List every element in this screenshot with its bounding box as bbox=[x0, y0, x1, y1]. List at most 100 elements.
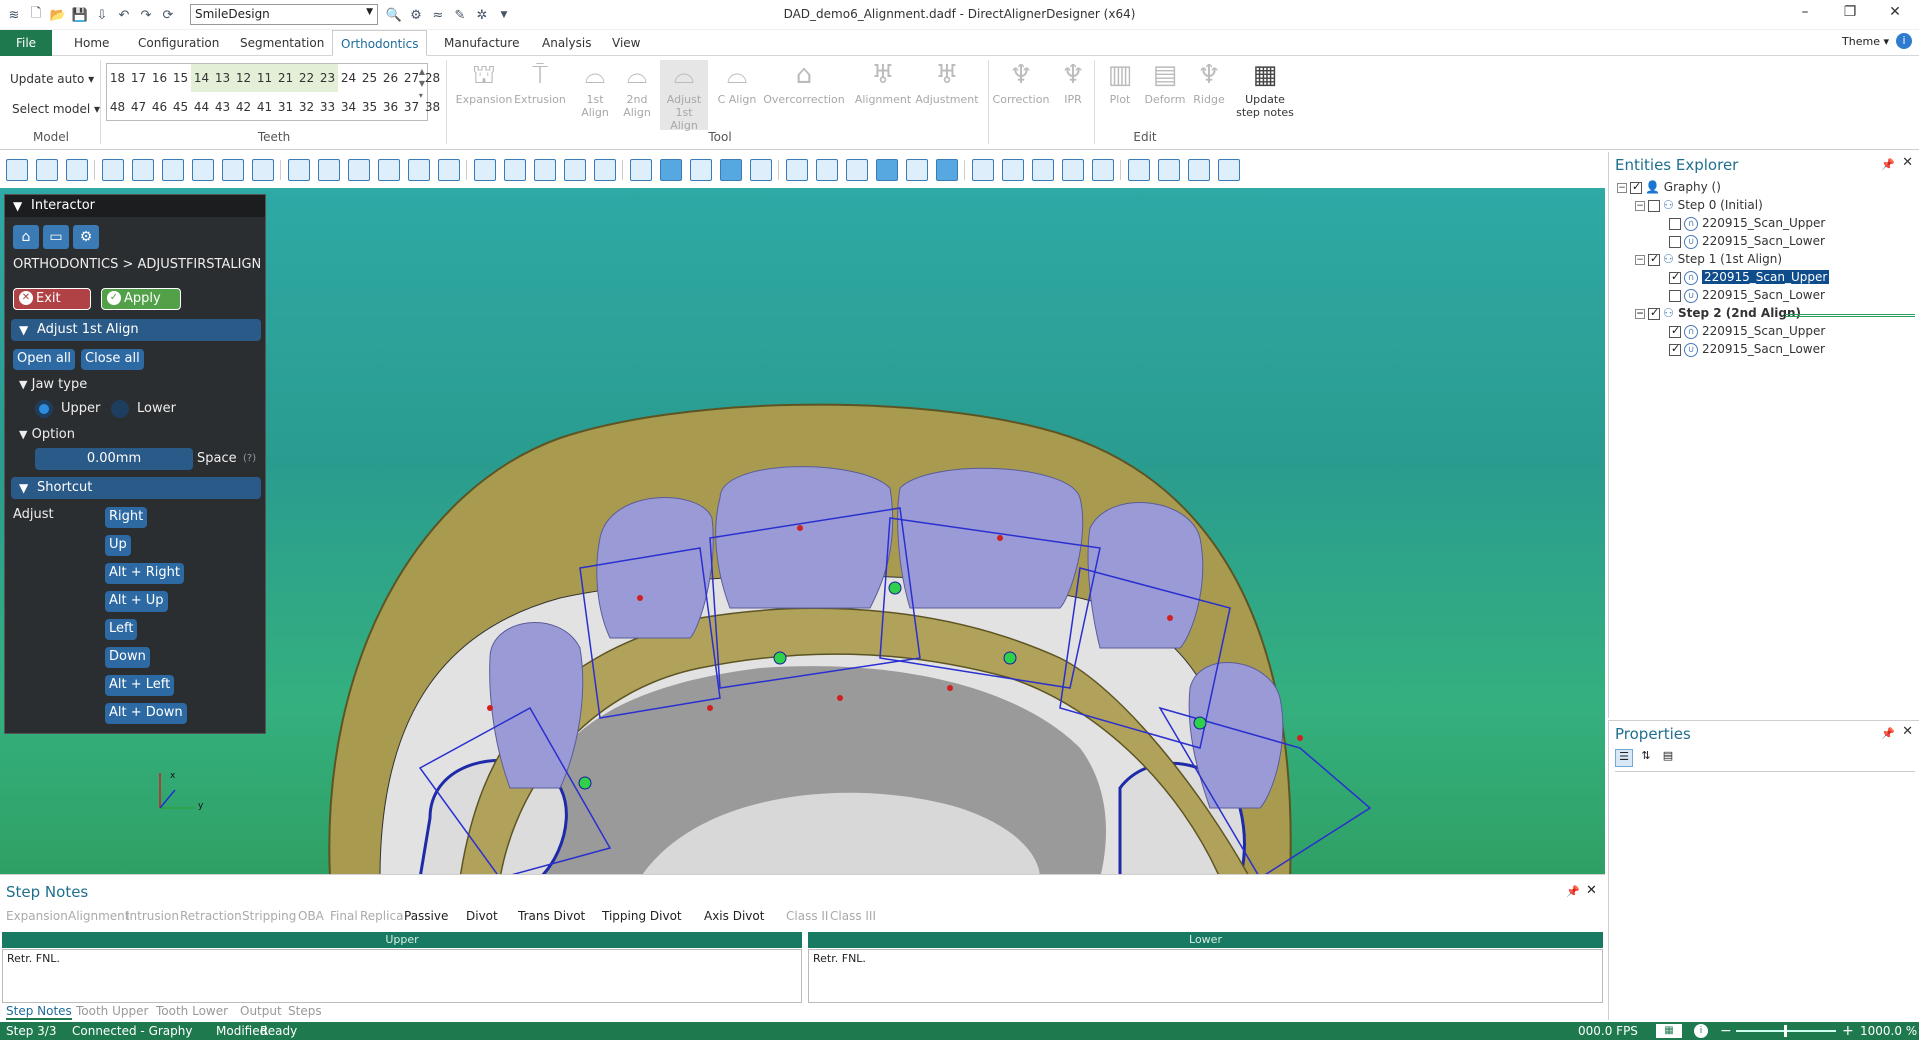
tooth-cell-41[interactable]: 41 bbox=[254, 93, 275, 121]
profile-select[interactable]: SmileDesign ▼ bbox=[190, 4, 378, 25]
tooth-cell-28[interactable]: 28 bbox=[422, 64, 443, 92]
shortcut-alt-right-button[interactable]: Alt + Right bbox=[105, 563, 184, 584]
tooth-cell-12[interactable]: 12 bbox=[233, 64, 254, 92]
fullscreen-icon[interactable] bbox=[1218, 159, 1240, 181]
tooth-cell-44[interactable]: 44 bbox=[191, 93, 212, 121]
tooth-cell-22[interactable]: 22 bbox=[296, 64, 317, 92]
tooth-cell-32[interactable]: 32 bbox=[296, 93, 317, 121]
pin-icon[interactable]: 📌 bbox=[1881, 158, 1895, 171]
adjustment-tool[interactable]: ♅ Adjustment bbox=[912, 60, 982, 106]
tab-tooth-upper[interactable]: Tooth Upper bbox=[76, 1004, 148, 1018]
note-chip-intrusion[interactable]: Intrusion bbox=[126, 909, 179, 923]
overcorrection-tool[interactable]: ⌂ Overcorrection bbox=[762, 60, 846, 106]
tooth-cell-45[interactable]: 45 bbox=[170, 93, 191, 121]
shortcut-left-button[interactable]: Left bbox=[105, 619, 138, 640]
cut-icon[interactable] bbox=[906, 159, 928, 181]
tree-item-selected[interactable]: ∩ 220915_Scan_Upper bbox=[1669, 270, 1830, 285]
open-all-button[interactable]: Open all bbox=[13, 349, 76, 370]
tooth-select-icon[interactable] bbox=[1032, 159, 1054, 181]
note-chip-oba[interactable]: OBA bbox=[298, 909, 324, 923]
tooth-a-icon[interactable] bbox=[1062, 159, 1084, 181]
checkbox[interactable] bbox=[1648, 252, 1660, 266]
redo-icon[interactable]: ↷ bbox=[136, 5, 156, 25]
update-step-notes-button[interactable]: ▦ Update step notes bbox=[1234, 60, 1296, 119]
tree-item[interactable]: ∪ 220915_Sacn_Lower bbox=[1669, 288, 1825, 303]
axis-icon[interactable] bbox=[660, 159, 682, 181]
tree-item[interactable]: ∩ 220915_Scan_Upper bbox=[1669, 324, 1825, 339]
shortcut-right-button[interactable]: Right bbox=[105, 507, 148, 528]
tooth-cell-26[interactable]: 26 bbox=[380, 64, 401, 92]
tab-steps[interactable]: Steps bbox=[288, 1004, 322, 1018]
note-chip-expansion[interactable]: Expansion bbox=[6, 909, 68, 923]
menu-home[interactable]: Home bbox=[66, 30, 117, 56]
alignment-tool[interactable]: ♅ Alignment bbox=[852, 60, 914, 106]
checkbox[interactable] bbox=[1669, 270, 1681, 284]
tree-root[interactable]: − 👤 Graphy () bbox=[1617, 180, 1721, 194]
adjust-first-align-tool[interactable]: ⌓ Adjust 1st Align bbox=[660, 60, 708, 132]
zoom-in-icon[interactable]: + bbox=[1842, 1022, 1854, 1040]
menu-file[interactable]: File bbox=[0, 30, 52, 56]
note-chip-passive[interactable]: Passive bbox=[404, 909, 448, 923]
tooth-cell-33[interactable]: 33 bbox=[317, 93, 338, 121]
note-chip-final[interactable]: Final bbox=[330, 909, 358, 923]
tooth-cell-31[interactable]: 31 bbox=[275, 93, 296, 121]
pin-icon[interactable]: 📌 bbox=[1881, 727, 1895, 740]
ipr-tool[interactable]: ♆ IPR bbox=[1058, 60, 1088, 106]
menu-manufacture[interactable]: Manufacture bbox=[436, 30, 527, 56]
tooth-cell-13[interactable]: 13 bbox=[212, 64, 233, 92]
first-align-tool[interactable]: ⌓ 1st Align bbox=[574, 60, 616, 119]
move-icon[interactable] bbox=[594, 159, 616, 181]
select-model-dropdown[interactable]: Select model ▾ bbox=[12, 102, 100, 116]
tooth-cell-15[interactable]: 15 bbox=[170, 64, 191, 92]
iso-view-icon[interactable] bbox=[252, 159, 274, 181]
info-icon[interactable]: i bbox=[1896, 33, 1912, 49]
open-folder-icon[interactable]: 📂 bbox=[48, 5, 68, 25]
shortcut-section[interactable]: ▼ Shortcut bbox=[11, 477, 261, 499]
categorized-icon[interactable]: ☰ bbox=[1615, 749, 1633, 767]
zoom-slider-thumb[interactable] bbox=[1784, 1025, 1787, 1037]
tooth-cell-21[interactable]: 21 bbox=[275, 64, 296, 92]
tooth-cell-36[interactable]: 36 bbox=[380, 93, 401, 121]
tree-step-1[interactable]: − ⚇ Step 1 (1st Align) bbox=[1635, 252, 1782, 266]
upper-radio[interactable] bbox=[35, 400, 53, 418]
jaw-type-header[interactable]: ▼ Jaw type bbox=[19, 377, 87, 392]
note-chip-axis-divot[interactable]: Axis Divot bbox=[704, 909, 764, 923]
tree-item[interactable]: ∪ 220915_Sacn_Lower bbox=[1669, 342, 1825, 357]
zoom-out-icon[interactable]: − bbox=[1720, 1022, 1732, 1040]
undo-icon[interactable]: ↶ bbox=[114, 5, 134, 25]
tooth-cell-46[interactable]: 46 bbox=[149, 93, 170, 121]
note-chip-stripping[interactable]: Stripping bbox=[242, 909, 296, 923]
info-icon[interactable]: i bbox=[1694, 1024, 1708, 1038]
close-all-button[interactable]: Close all bbox=[81, 349, 144, 370]
shortcut-alt-left-button[interactable]: Alt + Left bbox=[105, 675, 175, 696]
tooth-cell-35[interactable]: 35 bbox=[359, 93, 380, 121]
tree-item[interactable]: ∩ 220915_Scan_Upper bbox=[1669, 216, 1825, 231]
back-view-icon[interactable] bbox=[102, 159, 124, 181]
close-icon[interactable]: ✕ bbox=[1902, 155, 1913, 170]
preview-icon[interactable]: 🔍 bbox=[384, 5, 404, 25]
note-chip-retraction[interactable]: Retraction bbox=[180, 909, 242, 923]
update-auto-dropdown[interactable]: Update auto ▾ bbox=[10, 72, 94, 86]
right-view-icon[interactable] bbox=[162, 159, 184, 181]
point-icon[interactable] bbox=[408, 159, 430, 181]
tooth-c-icon[interactable] bbox=[1128, 159, 1150, 181]
glass-icon[interactable] bbox=[474, 159, 496, 181]
tooth-b-icon[interactable] bbox=[1092, 159, 1114, 181]
option-header[interactable]: ▼ Option bbox=[19, 427, 75, 442]
smooth-icon[interactable] bbox=[438, 159, 460, 181]
deform-tool[interactable]: ▤ Deform bbox=[1142, 60, 1188, 106]
note-chip-replica[interactable]: Replica bbox=[360, 909, 403, 923]
tree-item[interactable]: ∪ 220915_Sacn_Lower bbox=[1669, 234, 1825, 249]
tooth-cell-23[interactable]: 23 bbox=[317, 64, 338, 92]
occlusion-icon[interactable] bbox=[936, 159, 958, 181]
close-icon[interactable]: ✕ bbox=[1880, 4, 1910, 26]
upper-notes-textarea[interactable]: Retr. FNL. bbox=[2, 949, 802, 1003]
settings-icon[interactable]: ✲ bbox=[472, 5, 492, 25]
fit-view-icon[interactable] bbox=[6, 159, 28, 181]
checkbox[interactable] bbox=[1669, 324, 1681, 338]
tooth-cell-17[interactable]: 17 bbox=[128, 64, 149, 92]
note-chip-class-iii[interactable]: Class III bbox=[830, 909, 876, 923]
minimize-icon[interactable]: – bbox=[1790, 4, 1820, 26]
second-align-tool[interactable]: ⌓ 2nd Align bbox=[616, 60, 658, 119]
note-chip-tipping-divot[interactable]: Tipping Divot bbox=[602, 909, 682, 923]
